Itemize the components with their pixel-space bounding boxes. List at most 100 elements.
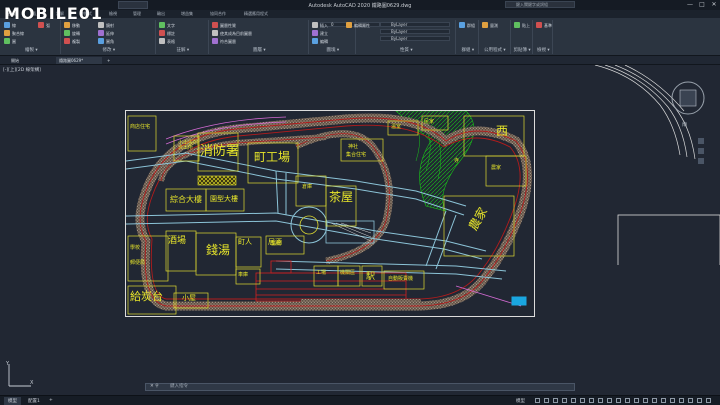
panel-title-3[interactable]: 圖層 ▾ [253, 47, 266, 53]
ribbon-tab-4[interactable]: 檢視 [109, 11, 117, 17]
status-toggle-icon[interactable] [661, 398, 666, 403]
minimize-button[interactable]: — [685, 1, 695, 9]
panel-title-8[interactable]: 剪貼簿 ▾ [514, 47, 531, 53]
status-toggle-icon[interactable] [562, 398, 567, 403]
status-toggle-icon[interactable] [544, 398, 549, 403]
status-toggle-icon[interactable] [580, 398, 585, 403]
status-toggle-icon[interactable] [670, 398, 675, 403]
tool-icon[interactable] [159, 38, 165, 44]
status-bar: 模型 配置1 + 模型 [0, 395, 720, 405]
linetype-dropdown[interactable]: ByLayer [380, 29, 450, 34]
tool-icon[interactable] [212, 38, 218, 44]
status-toggle-icon[interactable] [706, 398, 711, 403]
status-toggle-icon[interactable] [688, 398, 693, 403]
ucs-icon: Y X [5, 361, 34, 387]
layer-dropdown-value: 0 [331, 22, 334, 27]
ribbon-tab-7[interactable]: 增益集 [181, 11, 193, 17]
model-space-indicator[interactable]: 模型 [512, 397, 529, 405]
tool-icon[interactable] [536, 22, 542, 28]
ribbon-tab-9[interactable]: 精選應用程式 [244, 11, 268, 17]
search-input[interactable]: 鍵入關鍵字或詞組 [505, 1, 575, 8]
tool-icon[interactable] [159, 22, 165, 28]
tool-icon[interactable] [346, 22, 352, 28]
ribbon-tab-8[interactable]: 協同合作 [210, 11, 226, 17]
tool-icon[interactable] [4, 38, 10, 44]
nav-bar-button [698, 138, 704, 144]
status-toggle-icon[interactable] [535, 398, 540, 403]
tool-icon[interactable] [212, 22, 218, 28]
panel-title-9[interactable]: 檢視 ▾ [537, 47, 550, 53]
status-toggle-icon[interactable] [598, 398, 603, 403]
panel-title-0[interactable]: 繪製 ▾ [25, 47, 38, 53]
status-toggle-icon[interactable] [679, 398, 684, 403]
tab-layout1[interactable]: 配置1 [24, 397, 44, 405]
label-workshop: 工場 [316, 270, 327, 276]
tool-icon[interactable] [312, 30, 318, 36]
panel-title-2[interactable]: 註解 ▾ [177, 47, 190, 53]
status-toggle-icon[interactable] [634, 398, 639, 403]
label-bar: 酒場 [168, 236, 187, 246]
label-bath: 錢湯 [206, 243, 231, 257]
label-house: 民家 [424, 119, 435, 125]
panel-title-4[interactable]: 圖塊 ▾ [327, 47, 340, 53]
panel-title-7[interactable]: 公用程式 ▾ [484, 47, 506, 53]
tool-label: 編輯屬性 [354, 23, 370, 28]
status-toggle-icon[interactable] [553, 398, 558, 403]
viewport-label[interactable]: [-][上][2D 線架構] [3, 67, 41, 73]
tab-model[interactable]: 模型 [4, 397, 21, 405]
tool-label: 延伸 [106, 31, 114, 36]
tool-icon[interactable] [482, 22, 488, 28]
status-toggle-icon[interactable] [697, 398, 702, 403]
panel-title-6[interactable]: 群組 ▾ [462, 47, 475, 53]
tab-drawing[interactable]: 鐵路圖0629* [56, 57, 102, 64]
label-shrine: 神社 [348, 144, 359, 150]
label-greenhouse: 温室 [391, 124, 402, 130]
panel-title-1[interactable]: 修改 ▾ [103, 47, 116, 53]
tool-label: 編輯 [320, 39, 328, 44]
file-tab-bar: 開始 鐵路圖0629* + [0, 56, 720, 65]
command-line-input[interactable]: ✕ ⚲ 鍵入指令 [145, 383, 575, 391]
close-button[interactable]: ✕ [709, 1, 719, 9]
tool-icon[interactable] [98, 30, 104, 36]
color-dropdown[interactable]: ByLayer [380, 22, 450, 27]
maximize-button[interactable]: □ [697, 1, 707, 9]
tool-label: 移動 [72, 23, 80, 28]
status-toggle-icon[interactable] [589, 398, 594, 403]
tab-start[interactable]: 開始 [8, 57, 22, 64]
label-shop: 商店住宅 [130, 124, 151, 130]
ribbon-tab-5[interactable]: 管理 [133, 11, 141, 17]
status-toggle-icon[interactable] [652, 398, 657, 403]
status-toggle-icon[interactable] [616, 398, 621, 403]
tool-icon[interactable] [64, 38, 70, 44]
tool-icon[interactable] [212, 30, 218, 36]
command-placeholder: 鍵入指令 [170, 384, 188, 389]
tool-icon[interactable] [4, 30, 10, 36]
tool-icon[interactable] [64, 30, 70, 36]
svg-text:X: X [30, 380, 34, 386]
status-toggle-icon[interactable] [625, 398, 630, 403]
railway-layout-drawing[interactable]: 商店住宅 消防署 小出張所 派出所 町工場 茶屋 綜合大樓 園型大樓 酒場 町人… [125, 110, 535, 317]
label-police: 小出張所 派出所 [178, 140, 199, 151]
label-mall: 園型大樓 [210, 195, 238, 203]
panel-separator [478, 20, 479, 54]
command-icon: ✕ ⚲ [150, 384, 159, 389]
tool-label: 圓 [12, 39, 16, 44]
viewcube[interactable]: 南 [668, 68, 710, 208]
tool-icon[interactable] [514, 22, 520, 28]
status-toggle-icon[interactable] [643, 398, 648, 403]
ribbon-tab-6[interactable]: 輸出 [157, 11, 165, 17]
tool-icon[interactable] [159, 30, 165, 36]
add-layout-button[interactable]: + [45, 397, 57, 404]
add-tab-button[interactable]: + [104, 57, 113, 64]
tool-icon[interactable] [459, 22, 465, 28]
tool-icon[interactable] [312, 38, 318, 44]
lineweight-dropdown[interactable]: ByLayer [380, 36, 450, 41]
color-dropdown-value: ByLayer [391, 22, 408, 27]
tool-icon[interactable] [98, 38, 104, 44]
tool-label: 圖層性質 [220, 23, 236, 28]
label-station: 駅 [366, 272, 376, 282]
status-toggle-icon[interactable] [607, 398, 612, 403]
status-toggle-icon[interactable] [571, 398, 576, 403]
panel-title-5[interactable]: 性質 ▾ [400, 47, 413, 53]
tool-icon[interactable] [312, 22, 318, 28]
